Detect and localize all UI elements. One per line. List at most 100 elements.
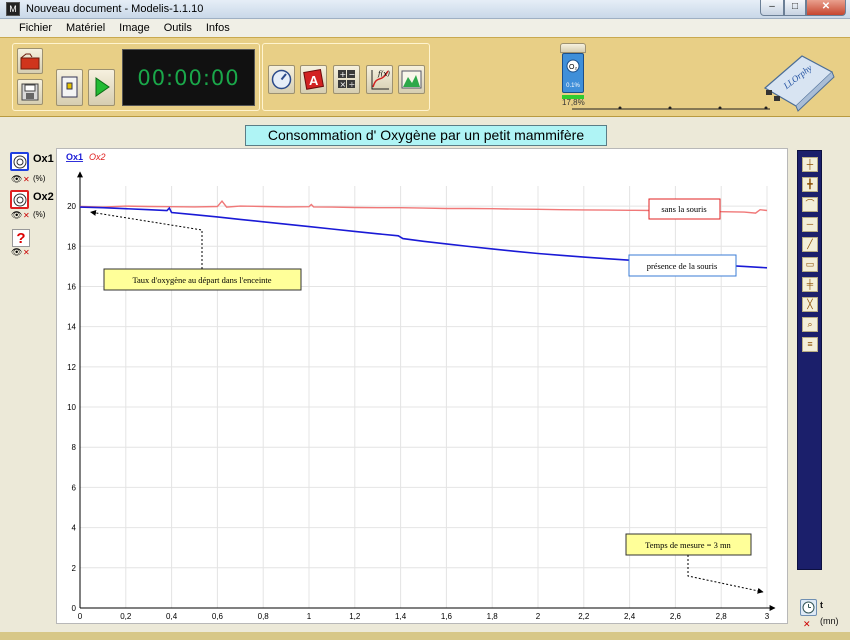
tool-measure-icon[interactable]: ╳ [802, 297, 818, 312]
tool-fit-icon[interactable]: ≡ [802, 337, 818, 352]
x-tick-label: 2,8 [716, 612, 728, 621]
x-tick-label: 2,2 [578, 612, 590, 621]
channel-ox2-name: Ox2 [33, 191, 54, 203]
oxygen-sensor-button[interactable]: O₂ 0.1% [562, 53, 584, 93]
tool-crosshair-icon[interactable]: ╋ [802, 177, 818, 192]
annotation-start-text: Taux d'oxygène au départ dans l'enceinte [132, 275, 271, 285]
timer-display: 00:00:00 [122, 49, 255, 106]
save-button[interactable] [17, 79, 43, 105]
menu-image[interactable]: Image [119, 22, 150, 34]
y-tick-label: 4 [72, 524, 77, 533]
time-axis-button[interactable] [800, 599, 817, 616]
title-bar: M Nouveau document - Modelis-1.1.10 – □ … [0, 0, 850, 19]
label-without-mouse-text: sans la souris [661, 204, 706, 214]
gauge-icon [271, 69, 292, 90]
calculator-button[interactable]: + − × ÷ [333, 65, 360, 94]
annotation-duration-arrow [687, 555, 764, 594]
function-button[interactable]: f(x) [366, 65, 393, 94]
maximize-button[interactable]: □ [784, 0, 806, 16]
status-strip [0, 632, 850, 640]
interface-device-icon: LLOrphy [763, 55, 835, 112]
svg-text:÷: ÷ [349, 80, 356, 89]
channel-ox2-sensor-icon[interactable] [10, 190, 29, 209]
x-tick-label: 1,6 [441, 612, 453, 621]
tool-tangent-icon[interactable]: ╱ [802, 237, 818, 252]
new-channel-eye-icon[interactable]: 👁 [11, 247, 22, 258]
x-tick-label: 0,6 [212, 612, 224, 621]
y-tick-label: 10 [67, 403, 76, 412]
y-tick-label: 18 [67, 242, 76, 251]
menu-materiel[interactable]: Matériel [66, 22, 105, 34]
svg-text:O₂: O₂ [569, 64, 577, 71]
channel-ox2-remove-icon[interactable]: ✕ [23, 211, 30, 220]
time-axis-remove-icon[interactable]: ✕ [803, 619, 811, 630]
y-tick-label: 20 [67, 202, 76, 211]
y-tick-label: 8 [72, 443, 77, 452]
y-tick-label: 14 [67, 323, 76, 332]
clock-icon [802, 601, 815, 614]
annotation-duration-text: Temps de mesure = 3 mn [645, 540, 731, 550]
x-tick-label: 0 [78, 612, 83, 621]
window-title: Nouveau document - Modelis-1.1.10 [26, 3, 204, 15]
channel-ox1-eye-icon[interactable]: 👁 [11, 174, 22, 185]
tool-magnifier-icon[interactable]: ⌕ [802, 317, 818, 332]
start-acquisition-button[interactable] [88, 69, 115, 106]
annotation-start-arrow [89, 209, 203, 269]
annotation-button[interactable]: A [300, 65, 327, 94]
timer-text: 00:00:00 [137, 65, 240, 90]
x-tick-label: 0,8 [258, 612, 270, 621]
sensor-reading: 0.1% [566, 83, 580, 89]
x-tick-label: 1 [307, 612, 312, 621]
menu-fichier[interactable]: Fichier [19, 22, 52, 34]
legend-ox1: Ox1 [66, 152, 83, 162]
x-tick-label: 0,4 [166, 612, 178, 621]
connection-strip [572, 106, 770, 110]
channel-ox2-eye-icon[interactable]: 👁 [11, 210, 22, 221]
calibration-button[interactable] [268, 65, 295, 94]
x-tick-label: 2,4 [624, 612, 636, 621]
oxygen-chart[interactable]: 0 0,2 0,4 0,6 0,8 1 1,2 1,4 1,6 1,8 2 2,2 2,4 2,6 2,8 3… [56, 148, 788, 624]
floppy-disk-icon [21, 83, 39, 101]
chart-title[interactable]: Consommation d' Oxygène par un petit mam… [245, 125, 607, 146]
time-axis-unit: (mn) [820, 616, 839, 626]
right-tool-bar: ┼ ╋ ⌒ ─ ╱ ▭ ╪ ╳ ⌕ ≡ [797, 150, 822, 570]
y-tick-label: 0 [72, 604, 77, 613]
x-tick-label: 2,6 [670, 612, 682, 621]
legend-ox2: Ox2 [89, 152, 106, 162]
play-icon [95, 77, 110, 97]
svg-text:×: × [340, 80, 347, 89]
folder-open-icon [20, 53, 40, 70]
channel-ox1-remove-icon[interactable]: ✕ [23, 175, 30, 184]
x-tick-label: 3 [765, 612, 770, 621]
model-button[interactable] [398, 65, 425, 94]
tool-cursor-icon[interactable]: ┼ [802, 157, 818, 172]
x-tick-label: 2 [536, 612, 541, 621]
tool-curve-icon[interactable]: ⌒ [802, 197, 818, 212]
calculator-icon: + − × ÷ [338, 70, 356, 89]
tool-scale-icon[interactable]: ╪ [802, 277, 818, 292]
x-tick-label: 1,2 [349, 612, 361, 621]
menu-bar: Fichier Matériel Image Outils Infos [0, 19, 850, 37]
tool-horizontal-icon[interactable]: ─ [802, 217, 818, 232]
channel-ox1-name: Ox1 [33, 153, 54, 165]
sensor-cap [560, 43, 586, 53]
svg-text:+: + [340, 70, 347, 79]
close-button[interactable]: ✕ [806, 0, 846, 16]
toolbar: 00:00:00 A + − × ÷ f(x) O₂ 0.1% LLOrphy [0, 37, 850, 117]
device-settings-button[interactable] [56, 69, 83, 106]
window-controls: – □ ✕ [760, 0, 846, 16]
app-icon: M [6, 2, 20, 16]
x-tick-label: 1,4 [395, 612, 407, 621]
menu-outils[interactable]: Outils [164, 22, 192, 34]
new-channel-remove-icon[interactable]: ✕ [23, 248, 30, 257]
menu-infos[interactable]: Infos [206, 22, 230, 34]
tool-zoom-box-icon[interactable]: ▭ [802, 257, 818, 272]
mountain-chart-icon [401, 70, 422, 89]
channel-ox1-sensor-icon[interactable] [10, 152, 29, 171]
oxygen-sensor-icon: O₂ [566, 59, 580, 73]
minimize-button[interactable]: – [760, 0, 784, 16]
new-channel-question-icon[interactable]: ? [12, 229, 30, 247]
open-button[interactable] [17, 48, 43, 74]
y-tick-label: 2 [72, 564, 77, 573]
channel-ox2-unit: (%) [33, 210, 46, 219]
